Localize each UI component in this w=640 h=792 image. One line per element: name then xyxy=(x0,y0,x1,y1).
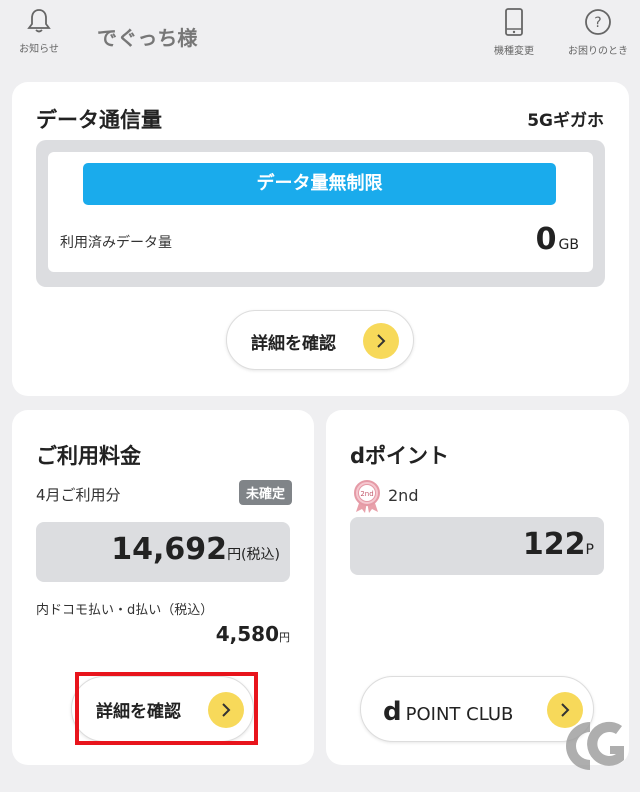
data-usage-card: データ通信量 5Gギガホ データ量無制限 利用済みデータ量 0 GB 詳細を確認 xyxy=(12,82,629,396)
device-change-label: 機種変更 xyxy=(494,46,534,57)
fee-amount: 14,692円(税込) xyxy=(111,532,280,567)
help-label: お困りのとき xyxy=(568,46,628,57)
status-badge: 未確定 xyxy=(239,480,293,505)
points-unit: P xyxy=(585,542,594,558)
used-data-value: 0 GB xyxy=(536,222,579,257)
smartphone-icon xyxy=(505,8,523,36)
data-usage-panel: データ量無制限 利用済みデータ量 0 GB xyxy=(36,140,605,287)
d-point-title: dポイント xyxy=(350,444,450,468)
d-point-club-logo: d POINT CLUB xyxy=(383,697,513,727)
d-point-club-d: d xyxy=(383,697,402,727)
fee-amount-panel: 14,692円(税込) xyxy=(36,522,290,582)
app-header: お知らせ でぐっち様 機種変更 ? お困りのとき xyxy=(0,0,640,70)
unlimited-banner: データ量無制限 xyxy=(83,163,556,205)
points-value: 122P xyxy=(523,527,594,562)
highlight-box xyxy=(75,672,258,745)
docomo-payment-label: 内ドコモ払い・d払い（税込） xyxy=(36,603,214,618)
used-data-unit: GB xyxy=(558,237,579,253)
chevron-right-icon xyxy=(363,323,399,359)
used-data-label: 利用済みデータ量 xyxy=(60,235,172,251)
d-point-club-button[interactable]: d POINT CLUB xyxy=(360,676,594,742)
data-usage-title: データ通信量 xyxy=(36,108,162,132)
docomo-payment-amount: 4,580円 xyxy=(216,622,290,646)
data-detail-button[interactable]: 詳細を確認 xyxy=(226,310,414,370)
question-icon: ? xyxy=(585,9,611,35)
bell-icon xyxy=(27,9,51,33)
device-change-button[interactable]: 機種変更 xyxy=(486,8,542,57)
rank-badge-icon: 2nd xyxy=(352,480,382,518)
rank-badge-text: 2nd xyxy=(360,490,373,498)
user-name: でぐっち様 xyxy=(97,26,198,50)
data-detail-label: 詳細を確認 xyxy=(251,334,336,354)
points-number: 122 xyxy=(522,527,586,562)
docomo-payment-number: 4,580 xyxy=(215,622,279,646)
usage-fee-title: ご利用料金 xyxy=(36,444,141,468)
fee-amount-unit: 円(税込) xyxy=(227,547,280,563)
data-usage-inner: データ量無制限 利用済みデータ量 0 GB xyxy=(48,152,593,272)
used-data-number: 0 xyxy=(535,222,557,257)
rank-text: 2nd xyxy=(388,486,419,505)
docomo-payment-unit: 円 xyxy=(279,631,290,644)
help-button[interactable]: ? お困りのとき xyxy=(562,8,634,57)
fee-amount-number: 14,692 xyxy=(111,532,228,567)
points-panel: 122P xyxy=(350,517,604,575)
d-point-card: dポイント 2nd 2nd 122P d POINT CLUB xyxy=(326,410,629,765)
plan-name: 5Gギガホ xyxy=(527,111,604,131)
svg-text:?: ? xyxy=(594,15,601,31)
notifications-label: お知らせ xyxy=(19,44,59,55)
d-point-club-name: POINT CLUB xyxy=(405,704,514,725)
notifications-button[interactable]: お知らせ xyxy=(14,8,64,55)
watermark-logo xyxy=(566,721,624,770)
billing-month: 4月ご利用分 xyxy=(36,486,121,504)
